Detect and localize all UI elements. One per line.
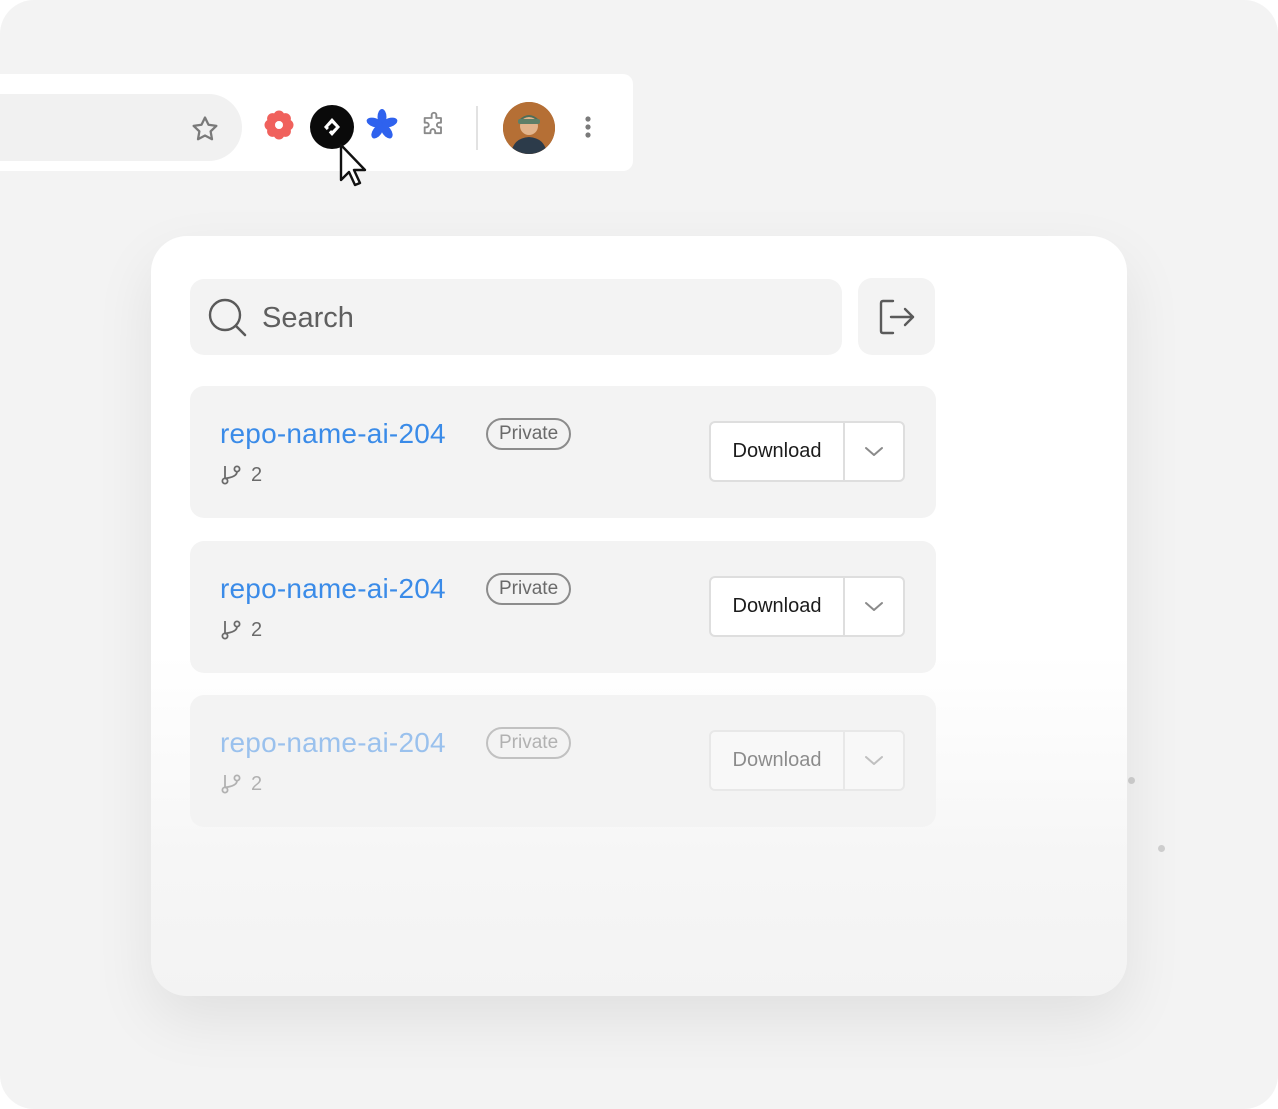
chevron-down-icon [865,601,883,611]
download-options-toggle[interactable] [845,423,903,480]
list-item: repo-name-ai-204 Private 2 Download [190,386,936,518]
private-badge: Private [486,727,572,759]
download-split-button: Download [709,576,905,637]
asterisk-icon[interactable] [361,104,403,146]
chevron-down-icon [865,446,883,456]
flower-icon[interactable] [258,104,300,146]
download-button[interactable]: Download [711,578,845,635]
list-item: repo-name-ai-204 Private 2 Download [190,695,936,827]
download-split-button: Download [709,421,905,482]
download-options-toggle[interactable] [845,578,903,635]
private-badge: Private [486,573,572,605]
private-badge: Private [486,418,572,450]
repo-name-link[interactable]: repo-name-ai-204 [220,727,446,759]
search-bar [190,279,842,355]
logout-icon [879,299,914,334]
browser-toolbar [0,74,633,171]
branch-count: 2 [251,464,263,486]
branch-icon [221,465,241,485]
decor-dot [1158,845,1165,852]
branch-count: 2 [251,773,263,795]
download-button[interactable]: Download [711,423,845,480]
mouse-cursor-icon [339,143,367,187]
bookmark-star-icon[interactable] [190,114,220,144]
repo-name-link[interactable]: repo-name-ai-204 [220,418,446,450]
branch-icon [221,620,241,640]
search-icon [208,298,247,337]
repo-name-link[interactable]: repo-name-ai-204 [220,573,446,605]
extension-popup: repo-name-ai-204 Private 2 Download repo… [151,236,1127,996]
logout-button[interactable] [858,278,935,355]
branch-icon [221,774,241,794]
chevron-down-icon [865,755,883,765]
decor-dot [1128,777,1135,784]
list-item: repo-name-ai-204 Private 2 Download [190,541,936,673]
avatar[interactable] [503,102,555,154]
download-options-toggle[interactable] [845,732,903,789]
download-split-button: Download [709,730,905,791]
background: repo-name-ai-204 Private 2 Download repo… [0,0,1278,1109]
kebab-menu-icon[interactable] [578,112,598,142]
toolbar-divider [476,106,478,150]
puzzle-icon[interactable] [413,104,455,146]
download-button[interactable]: Download [711,732,845,789]
branch-count: 2 [251,619,263,641]
search-input[interactable] [262,297,822,339]
